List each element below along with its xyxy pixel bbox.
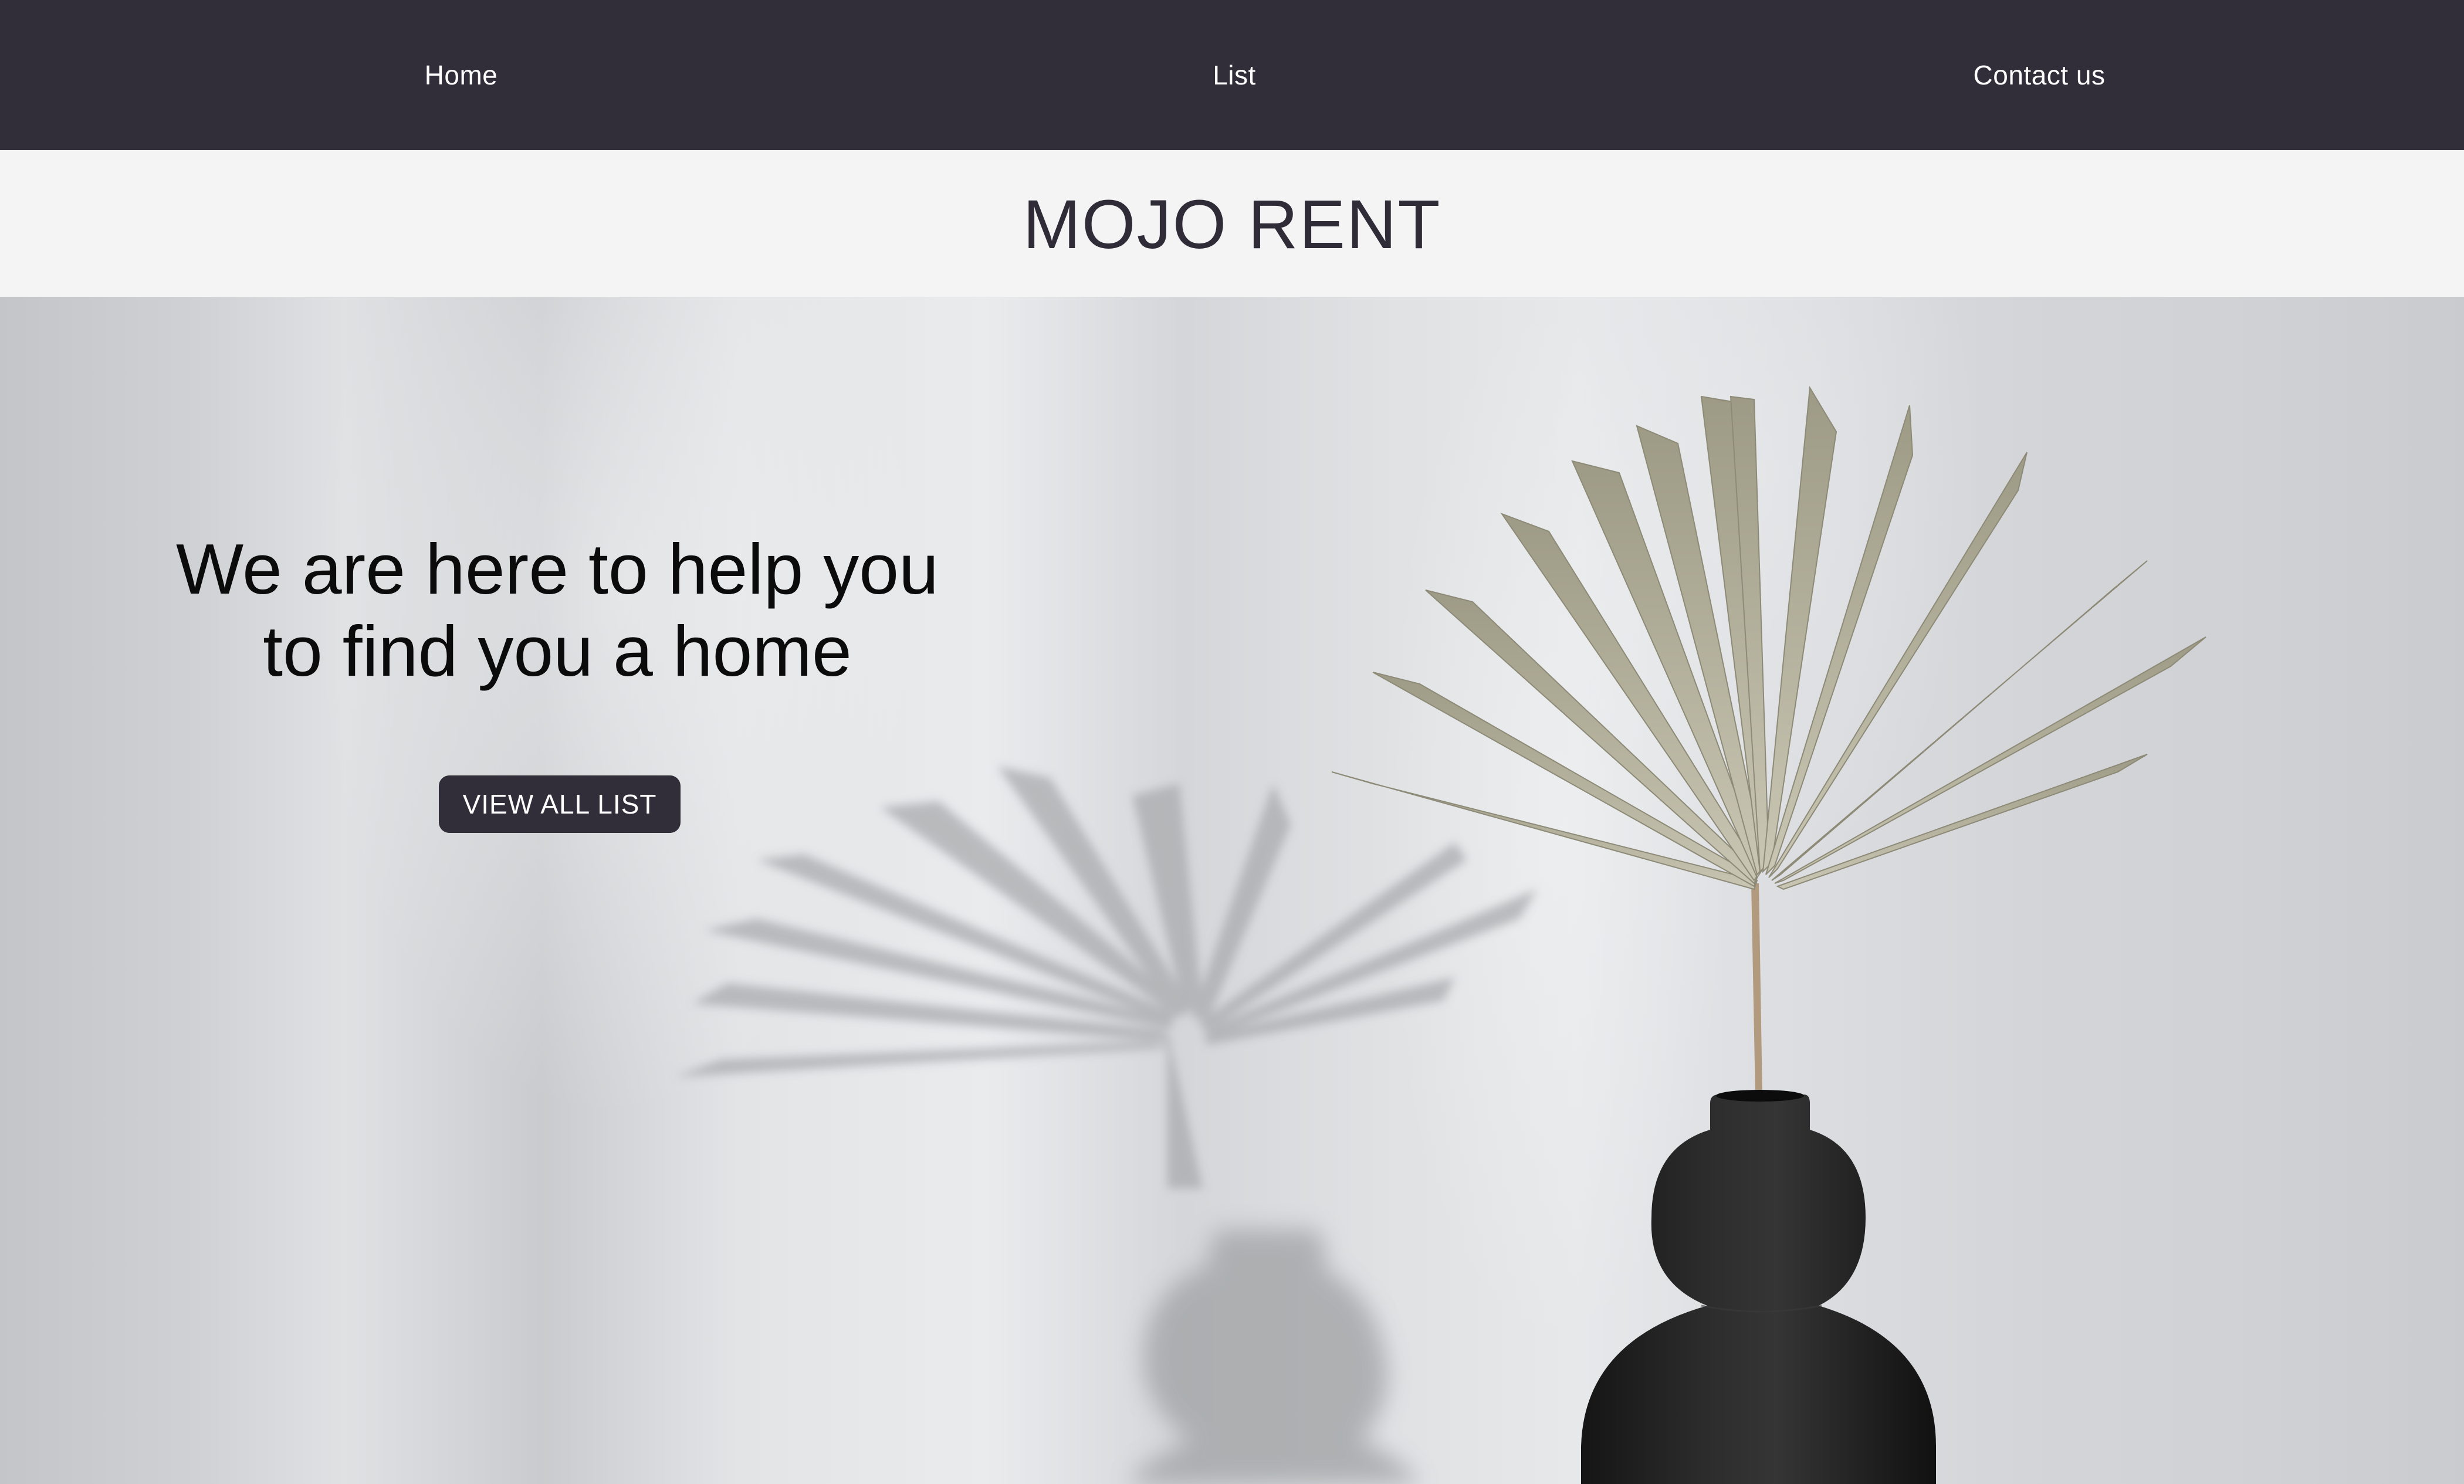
nav-link-list[interactable]: List <box>1088 54 1381 96</box>
vase-shadow <box>1132 1229 1420 1484</box>
nav-link-home[interactable]: Home <box>314 54 608 96</box>
top-navbar: Home List Contact us <box>0 0 2464 150</box>
hero-heading-line-1: We are here to help you <box>176 529 939 609</box>
page: Home List Contact us MOJO RENT We are he… <box>0 0 2464 1484</box>
hero-background-image <box>311 297 2206 1484</box>
brand-header: MOJO RENT <box>0 150 2464 297</box>
hero-heading: We are here to help you to find you a ho… <box>117 528 997 692</box>
site-title: MOJO RENT <box>1023 186 1441 263</box>
nav-link-contact-us[interactable]: Contact us <box>1893 54 2186 96</box>
view-all-list-button[interactable]: VIEW ALL LIST <box>439 775 681 833</box>
hero-heading-line-2: to find you a home <box>263 611 852 691</box>
hero-section: We are here to help you to find you a ho… <box>0 297 2464 1484</box>
